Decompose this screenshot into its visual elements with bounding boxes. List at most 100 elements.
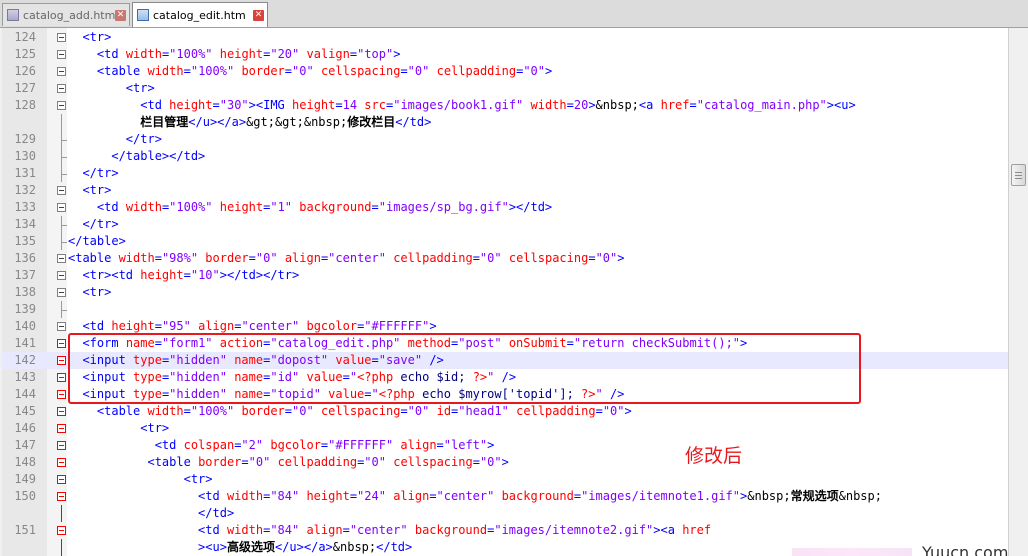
fold-toggle-icon[interactable] (57, 203, 66, 212)
fold-toggle-icon[interactable] (57, 390, 66, 399)
fold-toggle-icon[interactable] (57, 186, 66, 195)
fold-guide (61, 114, 62, 131)
code-line[interactable]: 135 </table> (2, 233, 1008, 250)
fold-toggle-icon[interactable] (57, 254, 66, 263)
code-text: <tr> (140, 421, 170, 435)
code-line[interactable]: 129 </tr> (2, 131, 1008, 148)
line-number: 149 (14, 472, 36, 486)
line-number: 146 (14, 421, 36, 435)
code-editor[interactable]: 124 <tr> 125 <td width="100%" height="20"… (2, 28, 1008, 556)
code-text: <tr> (82, 285, 112, 299)
code-line[interactable]: 134 </tr> (2, 216, 1008, 233)
code-text: <table border="0" cellpadding="0" cellsp… (147, 455, 509, 469)
code-line[interactable]: 151 <td width="84" align="center" backgr… (2, 522, 1008, 539)
code-line[interactable]: 136 <table width="98%" border="0" align="… (2, 250, 1008, 267)
fold-toggle-icon[interactable] (57, 33, 66, 42)
fold-end-mark (61, 242, 67, 243)
code-line[interactable]: 138 <tr> (2, 284, 1008, 301)
line-number: 134 (14, 217, 36, 231)
code-text: <tr> (82, 183, 112, 197)
blurred-region (792, 548, 912, 556)
line-number: 136 (14, 251, 36, 265)
fold-guide (61, 505, 62, 522)
vertical-scrollbar[interactable] (1008, 28, 1028, 556)
code-line[interactable]: 148 <table border="0" cellpadding="0" ce… (2, 454, 1008, 471)
fold-toggle-icon[interactable] (57, 339, 66, 348)
code-line[interactable]: 127 <tr> (2, 80, 1008, 97)
code-line[interactable]: 133 <td width="100%" height="1" backgrou… (2, 199, 1008, 216)
code-line[interactable]: 131 </tr> (2, 165, 1008, 182)
close-icon[interactable]: ✕ (115, 9, 126, 21)
line-number: 135 (14, 234, 36, 248)
code-line[interactable]: 栏目管理</u></a>&gt;&gt;&nbsp;修改栏目</td> (2, 114, 1008, 131)
highlight-box (68, 333, 861, 404)
code-line[interactable]: 125 <td width="100%" height="20" valign=… (2, 46, 1008, 63)
fold-toggle-icon[interactable] (57, 458, 66, 467)
line-number: 133 (14, 200, 36, 214)
code-line[interactable]: 132 <tr> (2, 182, 1008, 199)
code-line[interactable]: 139 (2, 301, 1008, 318)
code-line[interactable]: 126 <table width="100%" border="0" cells… (2, 63, 1008, 80)
line-number: 144 (14, 387, 36, 401)
code-text: <td colspan="2" bgcolor="#FFFFFF" align=… (154, 438, 495, 452)
code-text: <td width="100%" height="1" background="… (96, 200, 553, 214)
line-number: 151 (14, 523, 36, 537)
code-line[interactable]: 150 <td width="84" height="24" align="ce… (2, 488, 1008, 505)
fold-end-mark (61, 174, 67, 175)
code-line[interactable]: 147 <td colspan="2" bgcolor="#FFFFFF" al… (2, 437, 1008, 454)
fold-toggle-icon[interactable] (57, 526, 66, 535)
scrollbar-thumb[interactable] (1011, 164, 1026, 186)
line-number: 124 (14, 30, 36, 44)
code-line[interactable]: 145 <table width="100%" border="0" cells… (2, 403, 1008, 420)
tab-bar: catalog_add.htm ✕ catalog_edit.htm ✕ (0, 0, 1028, 28)
fold-toggle-icon[interactable] (57, 373, 66, 382)
code-line[interactable]: 137 <tr><td height="10"></td></tr> (2, 267, 1008, 284)
line-number: 126 (14, 64, 36, 78)
code-line[interactable]: 130 </table></td> (2, 148, 1008, 165)
code-text: <table width="100%" border="0" cellspaci… (96, 64, 553, 78)
code-text: </tr> (82, 166, 119, 180)
close-icon[interactable]: ✕ (253, 9, 264, 21)
code-line[interactable]: 149 <tr> (2, 471, 1008, 488)
line-number: 143 (14, 370, 36, 384)
fold-toggle-icon[interactable] (57, 288, 66, 297)
code-text: </tr> (82, 217, 119, 231)
tab-catalog-add[interactable]: catalog_add.htm ✕ (2, 3, 130, 26)
tab-catalog-edit[interactable]: catalog_edit.htm ✕ (132, 2, 268, 27)
fold-end-mark (61, 310, 67, 311)
code-line[interactable]: 128 <td height="30"><IMG height=14 src="… (2, 97, 1008, 114)
fold-toggle-icon[interactable] (57, 322, 66, 331)
fold-toggle-icon[interactable] (57, 50, 66, 59)
line-number: 128 (14, 98, 36, 112)
line-number: 140 (14, 319, 36, 333)
fold-toggle-icon[interactable] (57, 84, 66, 93)
code-text: <td height="30"><IMG height=14 src="imag… (140, 98, 856, 112)
code-text: <tr> (82, 30, 112, 44)
fold-toggle-icon[interactable] (57, 67, 66, 76)
fold-toggle-icon[interactable] (57, 441, 66, 450)
code-line[interactable]: 146 <tr> (2, 420, 1008, 437)
line-number: 131 (14, 166, 36, 180)
line-number: 141 (14, 336, 36, 350)
code-text: ><u>高级选项</u></a>&nbsp;</td> (198, 540, 413, 554)
tab-label: catalog_add.htm (23, 8, 115, 22)
code-line[interactable]: </td> (2, 505, 1008, 522)
fold-toggle-icon[interactable] (57, 356, 66, 365)
code-text: </tr> (125, 132, 162, 146)
fold-toggle-icon[interactable] (57, 271, 66, 280)
code-line[interactable]: 124 <tr> (2, 29, 1008, 46)
fold-toggle-icon[interactable] (57, 407, 66, 416)
fold-end-mark (61, 225, 67, 226)
file-icon (7, 9, 19, 21)
line-number: 142 (14, 353, 36, 367)
fold-end-mark (61, 157, 67, 158)
tab-label: catalog_edit.htm (153, 8, 246, 22)
line-number: 137 (14, 268, 36, 282)
line-number: 129 (14, 132, 36, 146)
fold-toggle-icon[interactable] (57, 424, 66, 433)
line-number: 147 (14, 438, 36, 452)
line-number: 132 (14, 183, 36, 197)
fold-toggle-icon[interactable] (57, 492, 66, 501)
fold-toggle-icon[interactable] (57, 475, 66, 484)
fold-toggle-icon[interactable] (57, 101, 66, 110)
